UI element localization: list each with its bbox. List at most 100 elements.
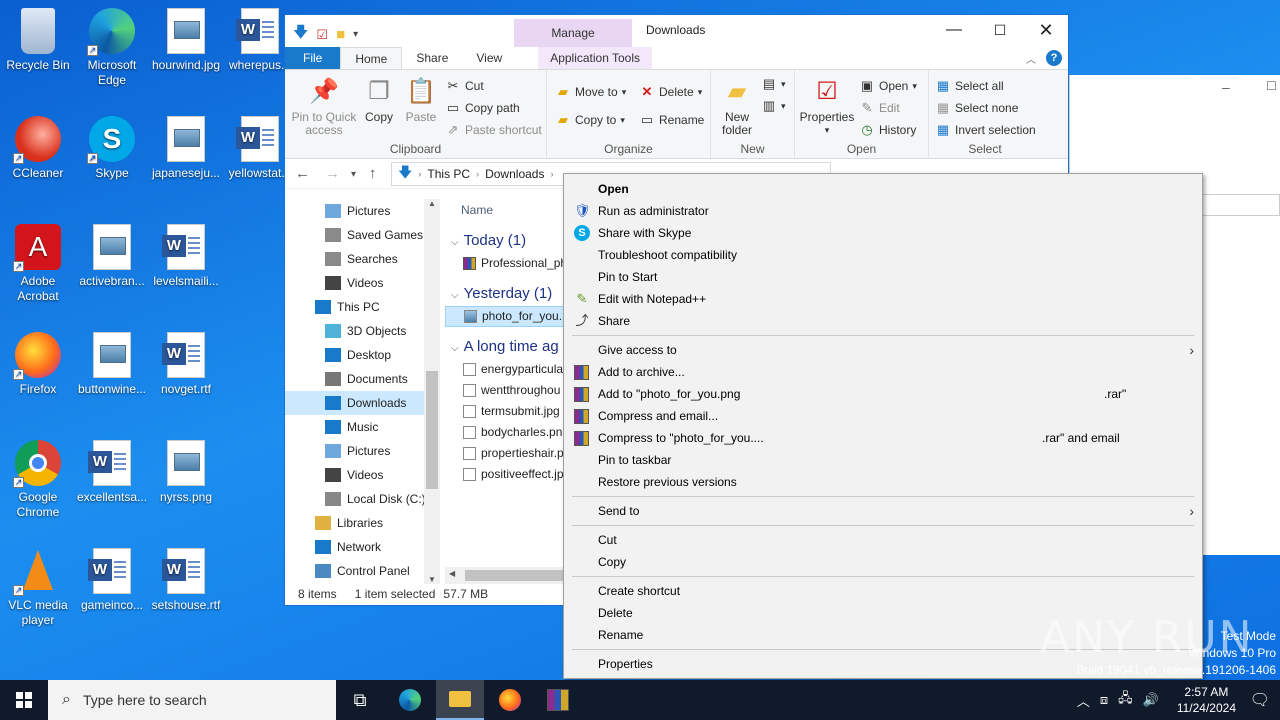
select-all-button[interactable]: ▦ Select all [935,78,1004,94]
tab-manage[interactable]: Manage [514,19,632,47]
rename-button[interactable]: ▭ Rename [639,112,705,128]
minimize-icon[interactable]: – [1222,79,1230,95]
breadcrumb-this-pc[interactable]: This PC [427,167,470,181]
menu-item-give-access-to[interactable]: Give access to › [564,339,1202,361]
folder-icon[interactable]: ■ [336,26,345,43]
nav-scrollbar[interactable]: ▲ ▼ [424,199,440,584]
show-hidden-icons-icon[interactable]: ︿ [1077,691,1090,710]
menu-item-restore-previous-versions[interactable]: Restore previous versions [564,471,1202,493]
file-row[interactable]: photo_for_you. [445,306,565,327]
copy-to-button[interactable]: ▰ Copy to ▾ [555,112,625,128]
nav-item[interactable]: Documents [285,367,440,391]
nav-item[interactable]: Control Panel [285,559,440,583]
menu-item-send-to[interactable]: Send to › [564,500,1202,522]
desktop-icon-novget[interactable]: W novget.rtf [148,332,224,397]
tab-home[interactable]: Home [340,47,403,69]
nav-item[interactable]: Saved Games [285,223,440,247]
desktop-icon-activebran[interactable]: activebran... [74,224,150,289]
network-icon[interactable]: 🖧 [1118,689,1133,711]
column-header-name[interactable]: Name [445,199,565,221]
new-item-button[interactable]: ▤ ▾ [761,76,786,92]
menu-item-add-to-photo-for-you-png[interactable]: Add to "photo_for_you.png .rar" [564,383,1202,405]
desktop-icon-skype[interactable]: S ↗ Skype [74,116,150,181]
menu-item-troubleshoot-compatibility[interactable]: Troubleshoot compatibility [564,244,1202,266]
menu-item-open[interactable]: Open [564,178,1202,200]
edit-button[interactable]: ✎ Edit [859,100,900,116]
desktop-icon-excellentsa[interactable]: W excellentsa... [74,440,150,505]
paste-shortcut-button[interactable]: ⇗ Paste shortcut [445,122,542,138]
help-icon[interactable]: ? [1046,50,1062,66]
nav-item[interactable]: Libraries [285,511,440,535]
menu-item-copy[interactable]: Copy [564,551,1202,573]
volume-icon[interactable]: 🔊 [1143,692,1159,708]
desktop-icon-google-chrome[interactable]: ↗ Google Chrome [0,440,76,520]
desktop-icon-vlc[interactable]: ↗ VLC media player [0,548,76,628]
menu-item-share[interactable]: ⤴ Share [564,310,1202,332]
menu-item-create-shortcut[interactable]: Create shortcut [564,580,1202,602]
taskbar-firefox[interactable] [486,680,534,720]
customize-dropdown-icon[interactable]: ▾ [353,29,358,40]
file-row[interactable]: positiveeffect.jp [445,464,565,485]
nav-item[interactable]: Desktop [285,343,440,367]
nav-item[interactable]: Searches [285,247,440,271]
nav-item[interactable]: Pictures [285,439,440,463]
taskbar-file-explorer[interactable] [436,680,484,720]
nav-item[interactable]: Local Disk (C:) [285,487,440,511]
menu-item-pin-to-taskbar[interactable]: Pin to taskbar [564,449,1202,471]
desktop-icon-setshouse[interactable]: W setshouse.rtf [148,548,224,613]
delete-button[interactable]: ✕ Delete ▾ [639,84,703,100]
menu-item-compress-to-photo-for-you[interactable]: Compress to "photo_for_you.... .rar" and … [564,427,1202,449]
new-folder-button[interactable]: ▰ New folder [715,76,759,137]
breadcrumb-downloads[interactable]: Downloads [485,167,544,181]
properties-button[interactable]: ☑ Properties ▾ [799,76,855,137]
notification-icon[interactable]: 🗨 [1250,690,1270,710]
nav-item[interactable]: Pictures [285,199,440,223]
taskbar-edge[interactable] [386,680,434,720]
tab-application-tools[interactable]: Application Tools [538,47,653,69]
menu-item-pin-to-start[interactable]: Pin to Start [564,266,1202,288]
properties-check-icon[interactable]: ☑ [316,27,328,43]
menu-item-cut[interactable]: Cut [564,529,1202,551]
menu-item-run-as-administrator[interactable]: 🛡 Run as administrator [564,200,1202,222]
easy-access-button[interactable]: ▥ ▾ [761,98,786,114]
clock[interactable]: 2:57 AM 11/24/2024 [1177,684,1236,716]
nav-item[interactable]: Network [285,535,440,559]
nav-item[interactable]: Downloads [285,391,440,415]
desktop-icon-adobe-acrobat[interactable]: A ↗ Adobe Acrobat [0,224,76,304]
desktop-icon-microsoft-edge[interactable]: ↗ Microsoft Edge [74,8,150,88]
desktop-icon-firefox[interactable]: ↗ Firefox [0,332,76,397]
file-group-header[interactable]: ⌵ Yesterday (1) [445,282,565,306]
maximize-button[interactable]: ☐ [977,15,1023,45]
nav-item[interactable]: Music [285,415,440,439]
task-view-button[interactable]: ⧉ [336,680,384,720]
pin-quick-access-button[interactable]: 📌 Pin to Quick access [291,76,357,137]
history-button[interactable]: ◷ History [859,122,916,138]
desktop-icon-ccleaner[interactable]: ↗ CCleaner [0,116,76,181]
desktop-icon-recycle-bin[interactable]: Recycle Bin [0,8,76,73]
forward-arrow-icon[interactable]: → [325,165,340,182]
file-group-header[interactable]: ⌵ A long time ag [445,335,565,359]
tab-file[interactable]: File [285,47,341,69]
back-arrow-icon[interactable]: ← [295,165,310,182]
paste-button[interactable]: 📋 Paste [401,76,441,124]
copy-button[interactable]: ❐ Copy [359,76,399,124]
scroll-up-icon[interactable]: ▲ [424,199,440,208]
minimize-button[interactable]: — [931,15,977,45]
maximize-icon[interactable]: ☐ [1266,79,1277,93]
close-button[interactable]: ✕ [1023,15,1069,45]
menu-item-add-to-archive[interactable]: Add to archive... [564,361,1202,383]
scroll-thumb[interactable] [465,570,565,581]
file-row[interactable]: energyparticula [445,359,565,380]
up-arrow-icon[interactable]: ↑ [369,165,377,182]
file-row[interactable]: wentthroughou [445,380,565,401]
menu-item-compress-and-email[interactable]: Compress and email... [564,405,1202,427]
network-adapter-icon[interactable]: ⧈ [1100,692,1108,708]
file-row[interactable]: Professional_ph [445,253,565,274]
desktop-icon-levelsmaili[interactable]: W levelsmaili... [148,224,224,289]
cut-button[interactable]: ✂ Cut [445,78,484,94]
scroll-thumb[interactable] [426,371,438,489]
file-group-header[interactable]: ⌵ Today (1) [445,229,565,253]
copy-path-button[interactable]: ▭ Copy path [445,100,520,116]
start-button[interactable] [0,680,48,720]
file-list-hscrollbar[interactable]: ◀ [445,567,565,584]
